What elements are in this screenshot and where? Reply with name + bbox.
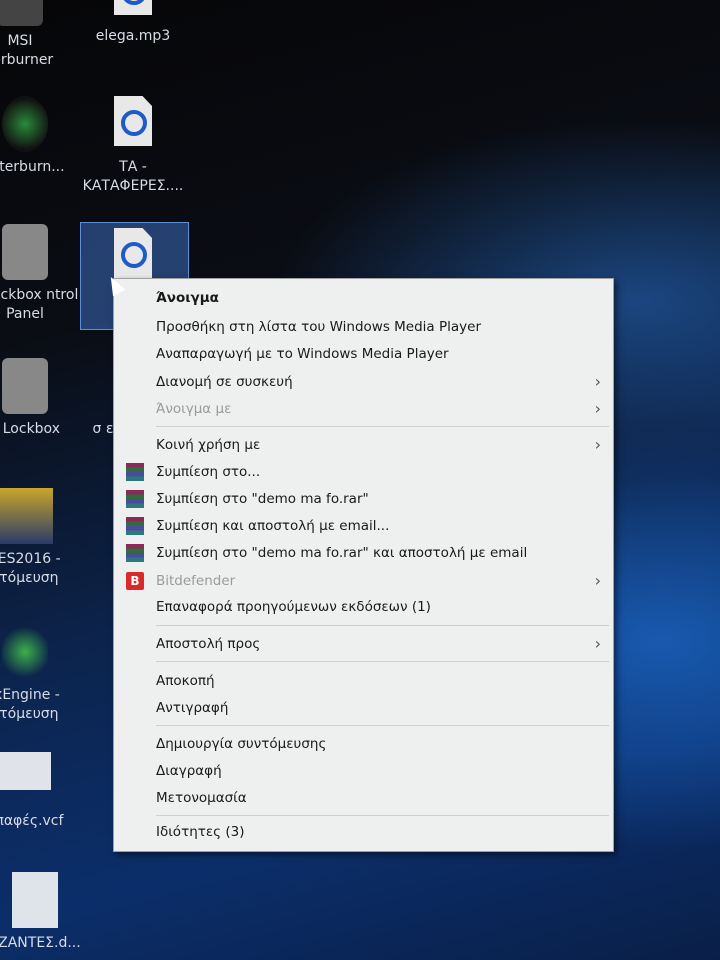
contact-card-icon [0, 752, 51, 790]
menu-label: Ιδιότητες (3) [156, 824, 245, 840]
icon-label: MSI terburner [0, 33, 54, 68]
context-menu: Άνοιγμα Προσθήκη στη λίστα του Windows M… [113, 278, 614, 852]
audio-file-icon [110, 96, 156, 152]
menu-label: Συμπίεση στο "demo ma fo.rar" και αποστο… [156, 545, 528, 561]
menu-label: Άνοιγμα με [156, 401, 232, 417]
icon-label: ΕΖΑΝΤΕΣ.d... [0, 935, 81, 951]
chevron-right-icon: › [594, 399, 601, 418]
winrar-icon [126, 544, 144, 562]
menu-item-bitdefender[interactable]: B Bitdefender › [114, 568, 613, 594]
menu-item-play-with-wmp[interactable]: Αναπαραγωγή με το Windows Media Player [114, 341, 613, 367]
menu-item-rename[interactable]: Μετονομασία [114, 785, 613, 811]
menu-label: Αντιγραφή [156, 700, 229, 716]
desktop-icon-lockbox-control-panel[interactable]: y Lockbox ntrol Panel [0, 224, 80, 324]
menu-label: Αναπαραγωγή με το Windows Media Player [156, 346, 449, 362]
menu-label: Αποκοπή [156, 673, 215, 689]
menu-item-compress-rar-and-email[interactable]: Συμπίεση στο "demo ma fo.rar" και αποστο… [114, 540, 613, 566]
desktop-icon-pes2016[interactable]: PES2016 - ντόμευση [0, 488, 80, 588]
audio-file-icon [110, 0, 156, 21]
menu-separator [156, 815, 609, 816]
menu-item-cast-to-device[interactable]: Διανομή σε συσκευή › [114, 369, 613, 395]
menu-label: Συμπίεση στο "demo ma fo.rar" [156, 491, 369, 507]
afterburner-icon [2, 96, 48, 152]
icon-label: σ ε [92, 421, 114, 437]
chevron-right-icon: › [594, 634, 601, 653]
menu-separator [156, 426, 609, 427]
menu-label: Αποστολή προς [156, 636, 261, 652]
icon-label: Afterburn... [0, 159, 65, 175]
menu-item-send-to[interactable]: Αποστολή προς › [114, 631, 613, 657]
menu-label: Άνοιγμα [156, 290, 219, 306]
desktop-icon-contacts-vcf[interactable]: Επαφές.vcf [0, 752, 80, 831]
menu-item-compress-and-email[interactable]: Συμπίεση και αποστολή με email... [114, 513, 613, 539]
menu-label: Δημιουργία συντόμευσης [156, 736, 327, 752]
menu-label: Κοινή χρήση με [156, 437, 261, 453]
menu-item-create-shortcut[interactable]: Δημιουργία συντόμευσης [114, 731, 613, 757]
lockbox-icon [2, 358, 48, 414]
winrar-icon [126, 490, 144, 508]
menu-item-properties[interactable]: Ιδιότητες (3) [114, 819, 613, 845]
fixengine-icon [2, 624, 48, 680]
word-document-icon [12, 872, 58, 928]
desktop-icon-msi-afterburner[interactable]: MSI terburner [0, 0, 75, 70]
menu-item-compress-to-rar[interactable]: Συμπίεση στο "demo ma fo.rar" [114, 486, 613, 512]
desktop-icon-ta-katafereses[interactable]: ΤΑ - ΚΑΤΑΦΕΡΕΣ.... [78, 96, 188, 196]
menu-separator [156, 725, 609, 726]
menu-separator [156, 661, 609, 662]
menu-item-add-to-wmp-list[interactable]: Προσθήκη στη λίστα του Windows Media Pla… [114, 314, 613, 340]
icon-label: ΤΑ - ΚΑΤΑΦΕΡΕΣ.... [82, 159, 184, 194]
menu-item-cut[interactable]: Αποκοπή [114, 668, 613, 694]
menu-item-copy[interactable]: Αντιγραφή [114, 695, 613, 721]
pes2016-icon [0, 488, 53, 544]
winrar-icon [126, 517, 144, 535]
icon-label: PES2016 - ντόμευση [0, 551, 61, 586]
menu-label: Επαναφορά προηγούμενων εκδόσεων (1) [156, 599, 431, 615]
menu-label: Bitdefender [156, 573, 236, 589]
desktop-icon-afterburner[interactable]: Afterburn... [0, 96, 80, 177]
menu-item-open[interactable]: Άνοιγμα [114, 285, 613, 311]
menu-item-compress-to[interactable]: Συμπίεση στο... [114, 459, 613, 485]
icon-label: y Lockbox ntrol Panel [0, 287, 79, 322]
menu-label: Μετονομασία [156, 790, 247, 806]
desktop-icon-word-doc[interactable]: ΕΖΑΝΤΕΣ.d... [0, 872, 90, 953]
chevron-right-icon: › [594, 571, 601, 590]
menu-separator [156, 625, 609, 626]
icon-label: ixEngine - ντόμευση [0, 687, 60, 722]
menu-label: Διανομή σε συσκευή [156, 374, 293, 390]
menu-label: Προσθήκη στη λίστα του Windows Media Pla… [156, 319, 482, 335]
icon-label: Επαφές.vcf [0, 813, 64, 829]
icon-label: elega.mp3 [95, 28, 171, 44]
menu-item-share-with[interactable]: Κοινή χρήση με › [114, 432, 613, 458]
msi-icon [0, 0, 43, 26]
menu-item-open-with[interactable]: Άνοιγμα με › [114, 396, 613, 422]
winrar-icon [126, 463, 144, 481]
chevron-right-icon: › [594, 372, 601, 391]
desktop-icon-fixengine[interactable]: ixEngine - ντόμευση [0, 624, 80, 724]
chevron-right-icon: › [594, 435, 601, 454]
desktop-icon-elega-mp3[interactable]: elega.mp3 [78, 0, 188, 46]
menu-label: Συμπίεση και αποστολή με email... [156, 518, 390, 534]
menu-item-restore-previous-versions[interactable]: Επαναφορά προηγούμενων εκδόσεων (1) [114, 594, 613, 620]
menu-label: Συμπίεση στο... [156, 464, 261, 480]
menu-item-delete[interactable]: Διαγραφή [114, 758, 613, 784]
lockbox-icon [2, 224, 48, 280]
menu-label: Διαγραφή [156, 763, 222, 779]
bitdefender-icon: B [126, 572, 144, 590]
